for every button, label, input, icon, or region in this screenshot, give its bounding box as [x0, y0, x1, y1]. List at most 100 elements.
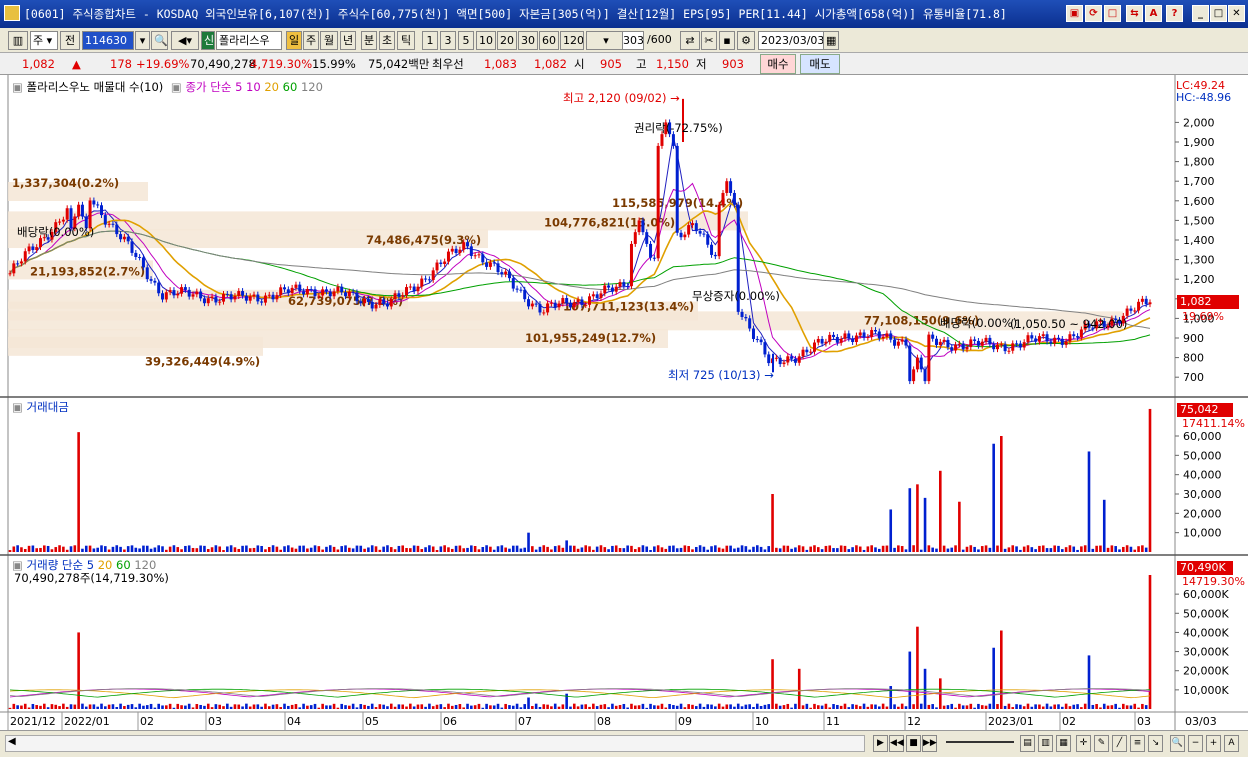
minimize-icon[interactable]: _ — [1192, 5, 1209, 22]
step-back-icon[interactable]: ◀◀ — [889, 735, 904, 752]
candle-body — [1049, 341, 1053, 344]
compare-icon[interactable]: ⇄ — [680, 31, 700, 50]
zoom-slider[interactable] — [946, 741, 1014, 743]
close-icon[interactable]: ✕ — [1228, 5, 1245, 22]
volume-bar — [92, 704, 96, 709]
save-icon[interactable]: ▪ — [719, 31, 735, 50]
tab-minute[interactable]: 분 — [361, 31, 377, 50]
interval-dropdown[interactable]: ▾ — [586, 31, 626, 50]
font-icon[interactable]: A — [1145, 5, 1162, 22]
volume-bar — [858, 706, 862, 709]
buy-button[interactable]: 매수 — [760, 54, 796, 74]
restore-layout-icon[interactable]: ▣ — [1066, 5, 1083, 22]
interval-30[interactable]: 30 — [518, 31, 538, 50]
arrow-icon[interactable]: ↘ — [1148, 735, 1163, 752]
candle-body — [504, 271, 508, 275]
layout-icon[interactable]: ▤ — [1020, 735, 1035, 752]
amount-bar — [20, 547, 23, 552]
date-input[interactable]: 2023/03/03 — [758, 31, 824, 50]
sell-button[interactable]: 매도 — [800, 54, 840, 74]
volume-bar — [20, 705, 23, 709]
tab-year[interactable]: 년 — [340, 31, 356, 50]
count-input[interactable]: 303 — [622, 31, 644, 50]
interval-20[interactable]: 20 — [497, 31, 517, 50]
x-axis-label: 08 — [597, 715, 611, 728]
stock-code-input[interactable]: 114630 — [82, 31, 134, 50]
amount-bar — [458, 545, 462, 552]
link-icon[interactable]: ⇆ — [1126, 5, 1143, 22]
stop-icon[interactable]: ■ — [906, 735, 921, 752]
sync-icon[interactable]: ⟳ — [1085, 5, 1102, 22]
period-select[interactable]: 주 ▾ — [30, 31, 58, 50]
crosshair-icon[interactable]: ✛ — [1076, 735, 1091, 752]
interval-3[interactable]: 3 — [440, 31, 456, 50]
candle-body — [77, 204, 81, 217]
amount-bar — [321, 549, 324, 552]
candle-body — [469, 246, 473, 256]
gear-icon[interactable]: ⚙ — [737, 31, 755, 50]
candle-body — [420, 278, 424, 287]
tab-week[interactable]: 주 — [303, 31, 319, 50]
zoom-search-icon[interactable]: 🔍 — [1170, 735, 1185, 752]
prev-button[interactable]: 전 — [60, 31, 80, 50]
search-icon[interactable]: 🔍 — [151, 31, 168, 50]
amount-bar — [256, 545, 260, 552]
candle-body — [1007, 350, 1011, 352]
new-button[interactable]: 신 — [201, 31, 215, 50]
scroll-left-icon[interactable]: ◀ — [8, 736, 16, 747]
pen-icon[interactable]: ✎ — [1094, 735, 1109, 752]
fib-icon[interactable]: ≡ — [1130, 735, 1145, 752]
window-icon[interactable]: □ — [1104, 5, 1121, 22]
candle-body — [946, 339, 950, 348]
candle-body — [576, 299, 580, 303]
chart-area[interactable]: 1,337,304(0.2%)115,585,979(14.4%)104,776… — [0, 75, 1248, 730]
interval-1[interactable]: 1 — [422, 31, 438, 50]
interval-120[interactable]: 120 — [560, 31, 584, 50]
chart-scrollbar[interactable]: ◀ — [5, 735, 865, 752]
amount-last-tag: 75,042 — [1177, 403, 1233, 417]
tab-tick[interactable]: 틱 — [397, 31, 415, 50]
interval-5[interactable]: 5 — [458, 31, 474, 50]
candle-body — [942, 339, 946, 342]
volume-bar — [805, 703, 809, 709]
candle-body — [732, 192, 736, 205]
grid-icon[interactable]: ▦ — [1056, 735, 1071, 752]
amount-bar — [801, 546, 805, 552]
tab-month[interactable]: 월 — [320, 31, 338, 50]
play-icon[interactable]: ▶ — [873, 735, 888, 752]
amount-bar — [675, 548, 679, 552]
calendar-icon[interactable]: ▦ — [823, 31, 839, 50]
amount-bar — [313, 545, 317, 552]
volume-y-tick-label: 60,000K — [1183, 588, 1229, 601]
volume-bar — [328, 705, 332, 709]
candle-body — [1011, 343, 1015, 351]
candle-body — [161, 293, 165, 300]
tab-day[interactable]: 일 — [286, 31, 302, 50]
tools-icon[interactable]: ✂ — [701, 31, 717, 50]
split-icon[interactable]: ▥ — [1038, 735, 1053, 752]
interval-60[interactable]: 60 — [539, 31, 559, 50]
maximize-icon[interactable]: □ — [1210, 5, 1227, 22]
zoom-in-icon[interactable]: + — [1206, 735, 1221, 752]
line-icon[interactable]: ╱ — [1112, 735, 1127, 752]
speaker-icon[interactable]: ◀▾ — [171, 31, 199, 50]
help-icon[interactable]: ? — [1166, 5, 1183, 22]
volume-bar — [180, 705, 183, 709]
amount-bar — [813, 545, 816, 552]
zoom-out-icon[interactable]: − — [1188, 735, 1203, 752]
font-size-icon[interactable]: A — [1224, 735, 1239, 752]
period-select-label: 주 — [33, 34, 44, 47]
candle-body — [938, 341, 942, 345]
volume-bar — [96, 706, 99, 709]
chart-type-icon[interactable]: ▥ — [8, 31, 28, 50]
chart-canvas[interactable]: 1,337,304(0.2%)115,585,979(14.4%)104,776… — [0, 75, 1248, 730]
volume-bar — [1099, 707, 1102, 709]
interval-10[interactable]: 10 — [476, 31, 496, 50]
volume-bar — [275, 704, 279, 709]
candle-body — [782, 362, 786, 365]
code-dropdown-icon[interactable]: ▾ — [135, 31, 150, 50]
candle-body — [416, 286, 420, 292]
tab-second[interactable]: 초 — [379, 31, 395, 50]
candle-body — [832, 334, 836, 338]
fast-forward-icon[interactable]: ▶▶ — [922, 735, 937, 752]
